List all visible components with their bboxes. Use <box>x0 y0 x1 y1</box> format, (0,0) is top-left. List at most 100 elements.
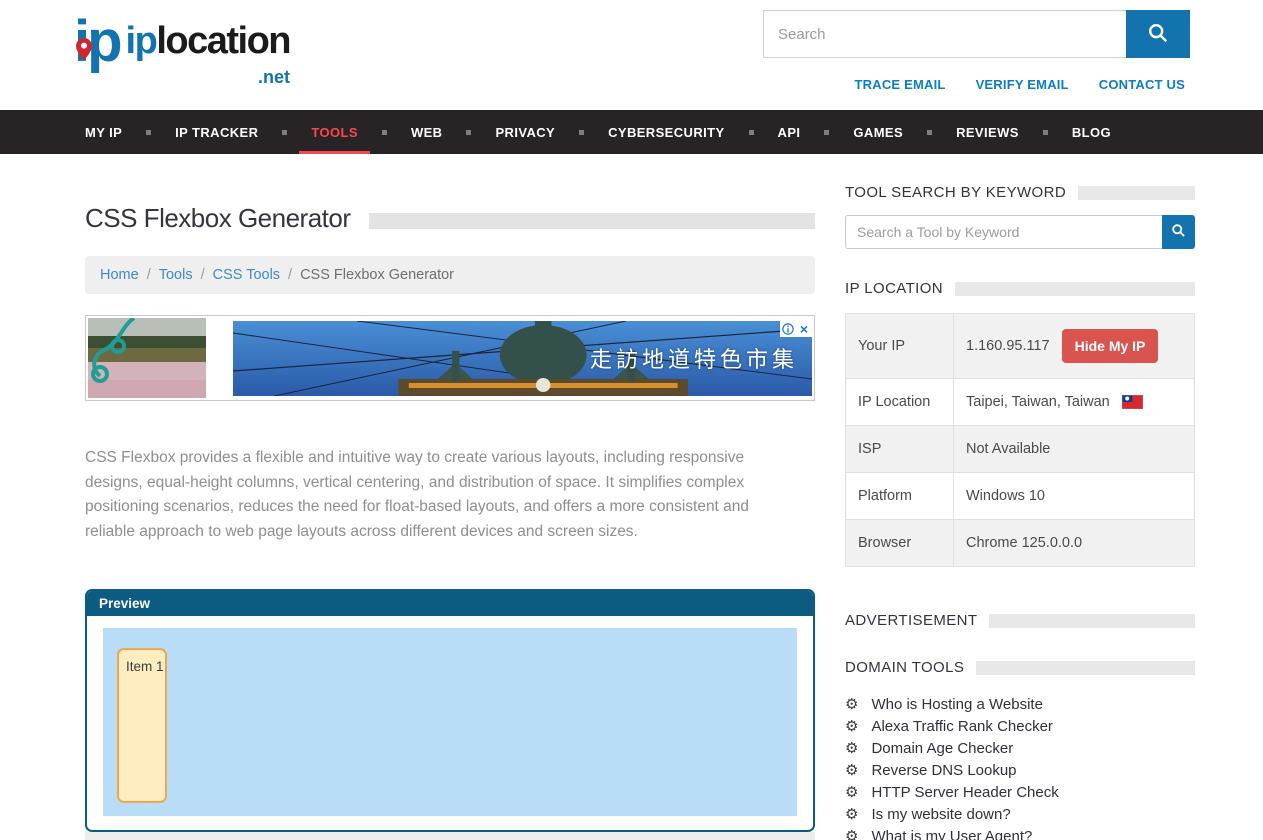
nav-separator <box>466 130 471 135</box>
tool-search-button[interactable] <box>1162 215 1195 249</box>
row-value-cell: Taipei, Taiwan, Taiwan <box>954 379 1195 426</box>
row-label: IP Location <box>846 379 954 426</box>
list-item[interactable]: ⚙ Reverse DNS Lookup <box>845 759 1195 781</box>
ad-image-building[interactable]: 走訪地道特色市集 × <box>233 321 812 396</box>
site-logo[interactable]: ip iplocation .net <box>74 6 290 78</box>
heading-decorative-bar <box>976 661 1195 675</box>
heading-decorative-bar <box>989 614 1195 628</box>
site-header: ip iplocation .net TRACE EMAIL VERIFY EM… <box>0 0 1263 110</box>
row-value-cell: 1.160.95.117 Hide My IP <box>954 314 1195 379</box>
nav-separator <box>282 130 287 135</box>
row-value-cell: Windows 10 <box>954 473 1195 520</box>
verify-email-link[interactable]: VERIFY EMAIL <box>976 77 1069 92</box>
row-value-cell: Chrome 125.0.0.0 <box>954 520 1195 567</box>
hide-my-ip-button[interactable]: Hide My IP <box>1062 329 1159 363</box>
tool-link-hosting[interactable]: Who is Hosting a Website <box>871 696 1042 713</box>
page-title: CSS Flexbox Generator <box>85 203 351 234</box>
tool-link-user-agent[interactable]: What is my User Agent? <box>871 828 1032 840</box>
ip-location-table: Your IP 1.160.95.117 Hide My IP IP Locat… <box>845 313 1195 567</box>
ad-image-landscape[interactable] <box>88 318 206 398</box>
list-item[interactable]: ⚙ What is my User Agent? <box>845 825 1195 840</box>
ip-location-heading: IP LOCATION <box>845 280 1195 297</box>
nav-item-tools[interactable]: TOOLS <box>299 110 370 154</box>
row-label: Browser <box>846 520 954 567</box>
domain-tools-list: ⚙ Who is Hosting a Website ⚙ Alexa Traff… <box>845 693 1195 840</box>
nav-separator <box>749 130 754 135</box>
heading-decorative-bar <box>955 282 1195 296</box>
ip-location-value: Taipei, Taiwan, Taiwan <box>966 394 1110 410</box>
nav-item-privacy[interactable]: PRIVACY <box>483 110 567 154</box>
domain-tools-heading: DOMAIN TOOLS <box>845 659 1195 676</box>
nav-separator <box>579 130 584 135</box>
page-title-row: CSS Flexbox Generator <box>85 203 815 234</box>
nav-separator <box>927 130 932 135</box>
nav-item-blog[interactable]: BLOG <box>1060 110 1123 154</box>
breadcrumb-home[interactable]: Home <box>100 267 139 283</box>
content-column: CSS Flexbox Generator Home / Tools / CSS… <box>85 154 815 840</box>
gear-icon: ⚙ <box>845 785 858 800</box>
breadcrumb-tools[interactable]: Tools <box>159 267 193 283</box>
row-label: Your IP <box>846 314 954 379</box>
gear-icon: ⚙ <box>845 807 858 822</box>
tool-search-form <box>845 215 1195 249</box>
nav-separator <box>824 130 829 135</box>
list-item[interactable]: ⚙ Who is Hosting a Website <box>845 693 1195 715</box>
heading-decorative-bar <box>1078 186 1195 200</box>
nav-item-cybersecurity[interactable]: CYBERSECURITY <box>596 110 736 154</box>
ip-address-value: 1.160.95.117 <box>966 338 1050 354</box>
nav-item-games[interactable]: GAMES <box>841 110 915 154</box>
list-item[interactable]: ⚙ Domain Age Checker <box>845 737 1195 759</box>
breadcrumb: Home / Tools / CSS Tools / CSS Flexbox G… <box>85 256 815 294</box>
logo-mark: ip <box>74 6 120 78</box>
search-icon <box>1147 22 1169 47</box>
flex-preview-container: Item 1 <box>103 628 797 816</box>
row-label: Platform <box>846 473 954 520</box>
advertisement-heading: ADVERTISEMENT <box>845 612 1195 629</box>
sidebar: TOOL SEARCH BY KEYWORD IP LOCATION Your … <box>845 154 1195 840</box>
site-search <box>763 10 1190 58</box>
gear-icon: ⚙ <box>845 719 858 734</box>
tool-link-reverse-dns[interactable]: Reverse DNS Lookup <box>871 762 1016 779</box>
row-label: ISP <box>846 426 954 473</box>
nav-item-ip-tracker[interactable]: IP TRACKER <box>163 110 270 154</box>
ad-close-icon[interactable]: × <box>796 321 812 337</box>
preview-panel-header: Preview <box>87 591 813 616</box>
flex-preview-item[interactable]: Item 1 <box>117 648 167 803</box>
tool-search-input[interactable] <box>845 215 1162 249</box>
tool-search-heading: TOOL SEARCH BY KEYWORD <box>845 184 1195 201</box>
table-row: Browser Chrome 125.0.0.0 <box>846 520 1195 567</box>
logo-tld: .net <box>258 58 290 96</box>
tool-link-http-header[interactable]: HTTP Server Header Check <box>871 784 1058 801</box>
gear-icon: ⚙ <box>845 829 858 840</box>
ad-info-icon[interactable] <box>780 321 796 337</box>
ad-banner[interactable]: 走訪地道特色市集 × <box>85 315 815 401</box>
tool-link-website-down[interactable]: Is my website down? <box>871 806 1010 823</box>
logo-wordmark: iplocation .net <box>126 22 290 60</box>
breadcrumb-separator: / <box>288 267 292 283</box>
table-row: IP Location Taipei, Taiwan, Taiwan <box>846 379 1195 426</box>
main-nav: MY IP IP TRACKER TOOLS WEB PRIVACY CYBER… <box>0 110 1263 154</box>
preview-panel: Preview Item 1 <box>85 589 815 832</box>
search-button[interactable] <box>1126 10 1190 58</box>
nav-item-my-ip[interactable]: MY IP <box>73 110 134 154</box>
table-row: ISP Not Available <box>846 426 1195 473</box>
ad-choice-icons: × <box>780 321 812 337</box>
nav-item-api[interactable]: API <box>766 110 813 154</box>
tool-link-domain-age[interactable]: Domain Age Checker <box>871 740 1013 757</box>
list-item[interactable]: ⚙ Is my website down? <box>845 803 1195 825</box>
tool-link-alexa-rank[interactable]: Alexa Traffic Rank Checker <box>871 718 1052 735</box>
row-value-cell: Not Available <box>954 426 1195 473</box>
nav-item-reviews[interactable]: REVIEWS <box>944 110 1031 154</box>
main-area: CSS Flexbox Generator Home / Tools / CSS… <box>0 154 1263 840</box>
nav-separator <box>146 130 151 135</box>
search-input[interactable] <box>763 10 1126 58</box>
taiwan-flag-icon <box>1122 395 1143 409</box>
gear-icon: ⚙ <box>845 697 858 712</box>
trace-email-link[interactable]: TRACE EMAIL <box>855 77 946 92</box>
list-item[interactable]: ⚙ HTTP Server Header Check <box>845 781 1195 803</box>
breadcrumb-css-tools[interactable]: CSS Tools <box>213 267 280 283</box>
next-section-edge <box>85 832 815 840</box>
list-item[interactable]: ⚙ Alexa Traffic Rank Checker <box>845 715 1195 737</box>
contact-us-link[interactable]: CONTACT US <box>1099 77 1185 92</box>
nav-item-web[interactable]: WEB <box>399 110 455 154</box>
